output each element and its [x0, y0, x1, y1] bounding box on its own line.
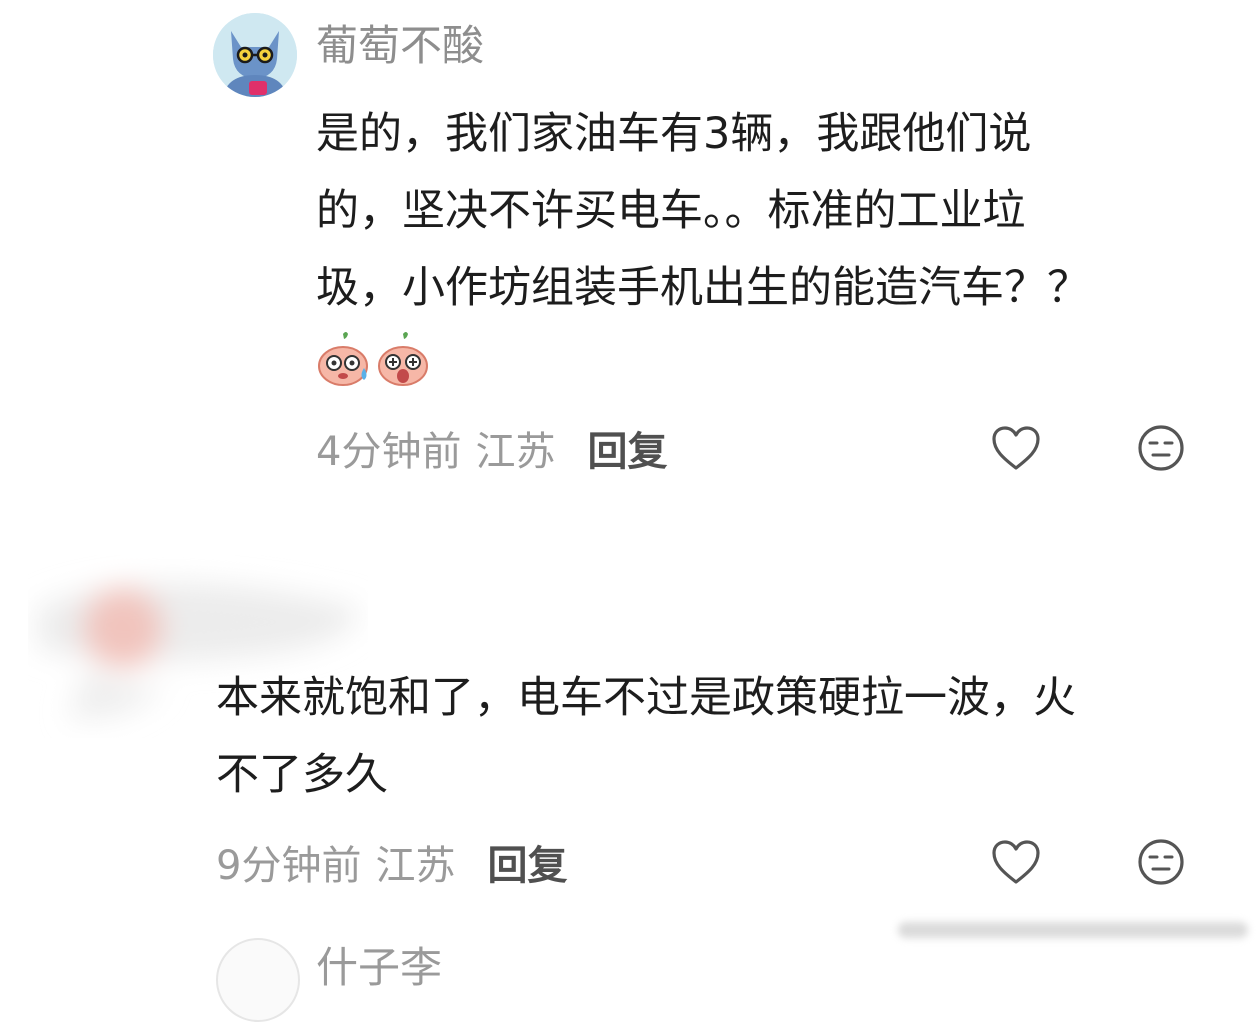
heart-outline-icon	[992, 426, 1040, 470]
watermark	[888, 908, 1260, 952]
location: 江苏	[375, 843, 456, 889]
sweat-emoji-icon	[318, 332, 368, 386]
timestamp: 9分钟前	[216, 843, 362, 889]
comment-text: 是的，我们家油车有3辆，我跟他们说 的，坚决不许买电车。。标准的工业垃 圾，小作…	[316, 96, 1196, 327]
location: 江苏	[475, 429, 556, 475]
reply-button[interactable]: 回复	[487, 833, 567, 891]
comment-meta: 4分钟前 江苏 回复	[316, 420, 667, 476]
timestamp: 4分钟前	[316, 429, 462, 475]
dislike-button[interactable]	[1133, 834, 1189, 890]
watermark-blur-icon	[898, 922, 1248, 938]
comment-line: 圾，小作坊组装手机出生的能造汽车？？	[316, 263, 1090, 313]
user-avatar[interactable]	[213, 13, 297, 97]
username[interactable]: 葡萄不酸	[316, 18, 484, 74]
comment-line: 的，坚决不许买电车。。标准的工业垃	[316, 186, 1026, 236]
comment-line: 是的，我们家油车有3辆，我跟他们说	[316, 109, 1032, 159]
blue-cat-avatar-icon	[213, 13, 297, 97]
emoji-row	[316, 330, 430, 388]
shocked-emoji-icon	[378, 332, 428, 386]
like-button[interactable]	[988, 420, 1044, 476]
comment-text: 本来就饱和了，电车不过是政策硬拉一波，火 不了多久	[216, 660, 1206, 814]
heart-outline-icon	[992, 840, 1040, 884]
reply-button[interactable]: 回复	[587, 419, 667, 477]
neutral-face-icon	[1138, 425, 1184, 471]
user-avatar[interactable]	[216, 938, 300, 1022]
username[interactable]: 什子李	[316, 940, 442, 996]
dislike-button[interactable]	[1133, 420, 1189, 476]
comment-line: 不了多久	[216, 750, 388, 800]
neutral-face-icon	[1138, 839, 1184, 885]
comment-line: 本来就饱和了，电车不过是政策硬拉一波，火	[216, 673, 1076, 723]
like-button[interactable]	[988, 834, 1044, 890]
comment-meta: 9分钟前 江苏 回复	[216, 834, 567, 890]
